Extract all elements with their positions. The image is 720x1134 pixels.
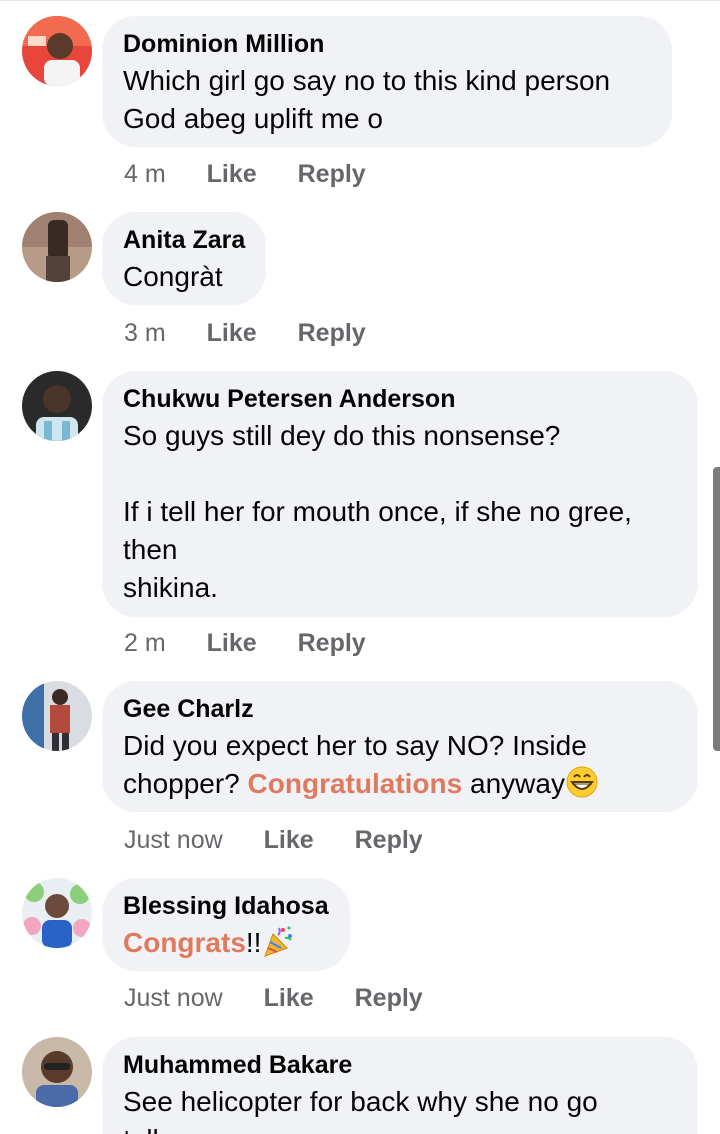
comment-text: Which girl go say no to this kind person… <box>123 62 651 138</box>
avatar[interactable] <box>22 212 92 282</box>
comment-author[interactable]: Gee Charlz <box>123 695 677 723</box>
comment-actions: 2 m Like Reply <box>124 628 366 658</box>
comment-timestamp[interactable]: 3 m <box>124 318 166 348</box>
comment-bubble: Gee Charlz Did you expect her to say NO?… <box>102 681 698 812</box>
comment-text-line: chopper? Congratulations anyway <box>123 765 677 809</box>
comment-text-line: See helicopter for back why she no go <box>123 1086 598 1117</box>
comment-text-blank-line <box>123 455 677 493</box>
reply-button[interactable]: Reply <box>355 825 423 855</box>
avatar[interactable] <box>22 681 92 751</box>
comment-author[interactable]: Chukwu Petersen Anderson <box>123 385 677 413</box>
reply-button[interactable]: Reply <box>298 628 366 658</box>
comment-timestamp[interactable]: Just now <box>124 825 223 855</box>
comment-text: So guys still dey do this nonsense? If i… <box>123 417 677 607</box>
grinning-face-emoji-icon <box>565 765 599 809</box>
comment-text-line: If i tell her for mouth once, if she no … <box>123 496 632 527</box>
like-button[interactable]: Like <box>264 825 314 855</box>
like-button[interactable]: Like <box>264 983 314 1013</box>
comment-text: Congrats!! <box>123 924 329 968</box>
comment-text-line: Congràt <box>123 261 223 292</box>
comment-actions: 4 m Like Reply <box>124 159 366 189</box>
comment-actions: Just now Like Reply <box>124 983 423 1013</box>
comment-text-line: Which girl go say no to this kind person <box>123 65 611 96</box>
comment-text: See helicopter for back why she no go t.… <box>123 1083 677 1134</box>
comment-bubble: Dominion Million Which girl go say no to… <box>102 16 672 147</box>
avatar[interactable] <box>22 878 92 948</box>
like-button[interactable]: Like <box>207 159 257 189</box>
comment-text-fragment: chopper? <box>123 768 240 799</box>
reply-button[interactable]: Reply <box>298 318 366 348</box>
comment-bubble: Blessing Idahosa Congrats!! <box>102 878 350 971</box>
comment-text-line: then <box>123 534 178 565</box>
comment-timestamp[interactable]: 2 m <box>124 628 166 658</box>
comment-bubble: Anita Zara Congràt <box>102 212 266 305</box>
comment-author[interactable]: Anita Zara <box>123 226 245 254</box>
comments-page: Dominion Million Which girl go say no to… <box>0 0 720 1134</box>
comment-text-fragment: !! <box>245 927 262 958</box>
comment-actions: 3 m Like Reply <box>124 318 366 348</box>
hashtag-link[interactable]: Congrats <box>123 927 246 958</box>
comment-text: Did you expect her to say NO? Inside cho… <box>123 727 677 809</box>
hashtag-link[interactable]: Congratulations <box>248 768 463 799</box>
like-button[interactable]: Like <box>207 628 257 658</box>
comment-author[interactable]: Muhammed Bakare <box>123 1051 677 1079</box>
avatar[interactable] <box>22 371 92 441</box>
comment-author[interactable]: Blessing Idahosa <box>123 892 329 920</box>
comment-actions: Just now Like Reply <box>124 825 423 855</box>
comment-bubble: Muhammed Bakare See helicopter for back … <box>102 1037 698 1134</box>
comment-text-line: shikina. <box>123 572 218 603</box>
reply-button[interactable]: Reply <box>298 159 366 189</box>
comment-timestamp[interactable]: Just now <box>124 983 223 1013</box>
comment-timestamp[interactable]: 4 m <box>124 159 166 189</box>
like-button[interactable]: Like <box>207 318 257 348</box>
comment-bubble: Chukwu Petersen Anderson So guys still d… <box>102 371 698 617</box>
comment-text-line: t..ll... <box>123 1121 677 1134</box>
scrollbar[interactable] <box>713 467 720 751</box>
comment-text-line: Did you expect her to say NO? Inside <box>123 730 587 761</box>
comment-text-line: Congrats!! <box>123 924 329 968</box>
avatar[interactable] <box>22 16 92 86</box>
comment-text-line: God abeg uplift me o <box>123 103 383 134</box>
comment-author[interactable]: Dominion Million <box>123 30 651 58</box>
party-popper-emoji-icon <box>261 924 295 968</box>
reply-button[interactable]: Reply <box>355 983 423 1013</box>
comment-text: Congràt <box>123 258 245 296</box>
comment-text-line: So guys still dey do this nonsense? <box>123 420 561 451</box>
avatar[interactable] <box>22 1037 92 1107</box>
comment-text-fragment: anyway <box>470 768 565 799</box>
